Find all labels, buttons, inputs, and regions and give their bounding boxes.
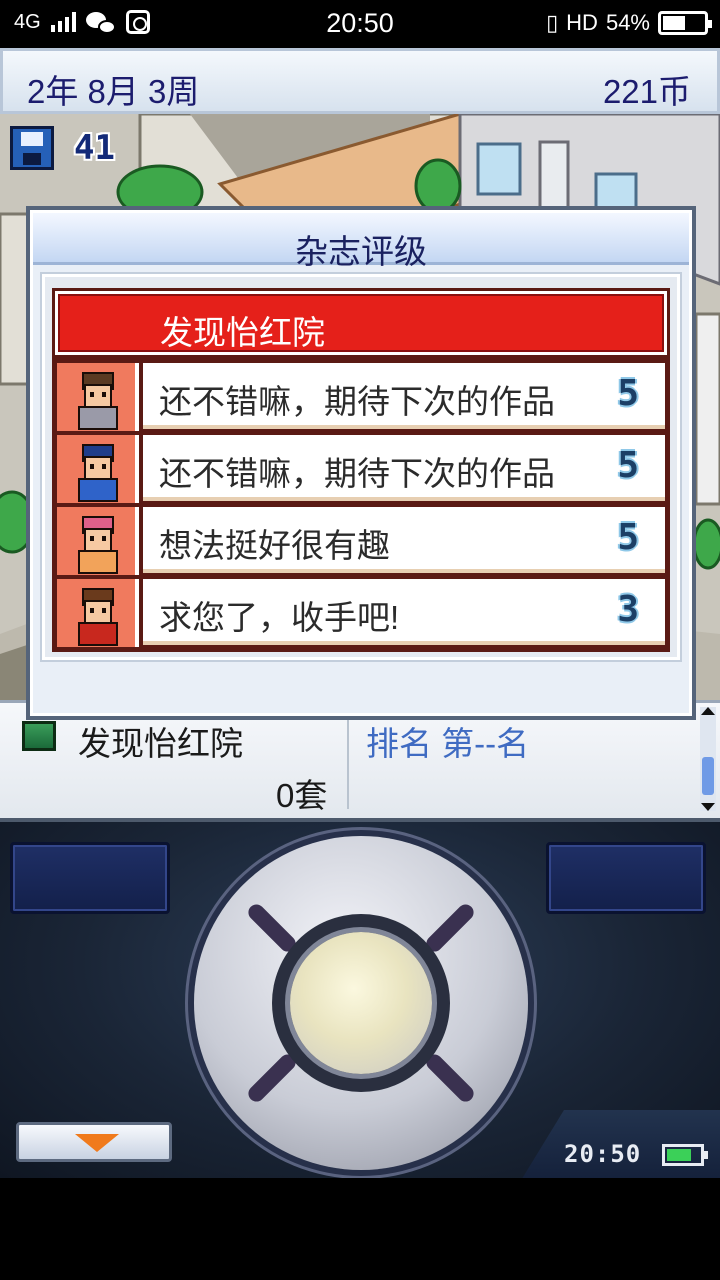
review-comment: 还不错嘛，期待下次的作品 xyxy=(159,383,555,420)
status-bar: 4G 20:50 ▯ HD 54% xyxy=(0,0,720,48)
scroll-up-icon[interactable] xyxy=(701,707,715,715)
game-cartridge-icon xyxy=(22,721,56,751)
rating-table: 发现怡红院 还不错嘛，期待下次的作品 5 还不错嘛，期待下次的作品 5 想法挺好很有趣 5… xyxy=(52,288,670,652)
review-comment: 求您了，收手吧! xyxy=(159,599,400,636)
review-row: 求您了，收手吧! 3 xyxy=(55,577,667,647)
battery-icon xyxy=(658,11,712,35)
game-date: 2年 8月 3周 xyxy=(27,73,200,110)
divider xyxy=(347,713,349,809)
save-icon[interactable] xyxy=(10,126,54,170)
virtual-controller: 20:50 xyxy=(0,818,720,1178)
review-score: 3 xyxy=(617,589,639,630)
review-row: 还不错嘛，期待下次的作品 5 xyxy=(55,433,667,503)
reviewer-portrait-icon xyxy=(57,363,139,431)
review-score: 5 xyxy=(617,517,639,558)
rated-game-name: 发现怡红院 xyxy=(160,314,325,351)
left-soft-key[interactable] xyxy=(10,842,170,914)
review-row: 想法挺好很有趣 5 xyxy=(55,505,667,575)
ok-button[interactable] xyxy=(290,932,432,1074)
menu-button[interactable] xyxy=(16,1122,172,1162)
rated-game-header: 发现怡红院 xyxy=(55,291,667,355)
phone-screen: 4G 20:50 ▯ HD 54% 2年 8月 3周 221币 41 发现怡红院… xyxy=(0,0,720,1280)
dialog-header: 杂志评级 xyxy=(33,213,689,270)
reviewer-portrait-icon xyxy=(57,435,139,503)
reviewer-portrait-icon xyxy=(57,579,139,647)
review-comment-box: 还不错嘛，期待下次的作品 5 xyxy=(143,363,665,429)
scroll-down-icon[interactable] xyxy=(701,803,715,811)
game-title: 发现怡红院 xyxy=(78,725,243,762)
scroll-thumb[interactable] xyxy=(702,757,714,795)
battery-percent: 54% xyxy=(605,10,650,35)
arrow-down-icon xyxy=(75,1134,119,1152)
game-top-bar: 2年 8月 3周 221币 xyxy=(0,48,720,114)
vibrate-icon: ▯ xyxy=(546,10,559,35)
dialog-title: 杂志评级 xyxy=(295,233,427,270)
dpad-divider xyxy=(423,1051,477,1105)
review-comment: 还不错嘛，期待下次的作品 xyxy=(159,455,555,492)
magazine-rating-dialog[interactable]: 杂志评级 发现怡红院 还不错嘛，期待下次的作品 5 还不错嘛，期待下次的作品 5 想法挺… xyxy=(26,206,696,720)
review-comment-box: 求您了，收手吧! 3 xyxy=(143,579,665,645)
hd-label: HD xyxy=(566,10,598,35)
sales-count: 0套 xyxy=(276,777,328,814)
info-scrollbar[interactable] xyxy=(700,707,716,811)
dpad-divider xyxy=(423,901,477,955)
review-row: 还不错嘛，期待下次的作品 5 xyxy=(55,361,667,431)
ranking-text: 排名 第--名 xyxy=(366,725,530,762)
dpad-divider xyxy=(245,1051,299,1105)
reviewer-portrait-icon xyxy=(57,507,139,575)
save-count: 41 xyxy=(74,128,115,168)
review-comment-box: 想法挺好很有趣 5 xyxy=(143,507,665,573)
right-soft-key[interactable] xyxy=(546,842,706,914)
review-comment-box: 还不错嘛，期待下次的作品 5 xyxy=(143,435,665,501)
review-comment: 想法挺好很有趣 xyxy=(159,527,390,564)
dpad[interactable] xyxy=(194,836,528,1170)
review-score: 5 xyxy=(617,445,639,486)
review-score: 5 xyxy=(617,373,639,414)
coin-balance: 221币 xyxy=(602,73,691,110)
controller-clock: 20:50 xyxy=(564,1140,642,1168)
controller-battery-icon xyxy=(662,1144,708,1166)
